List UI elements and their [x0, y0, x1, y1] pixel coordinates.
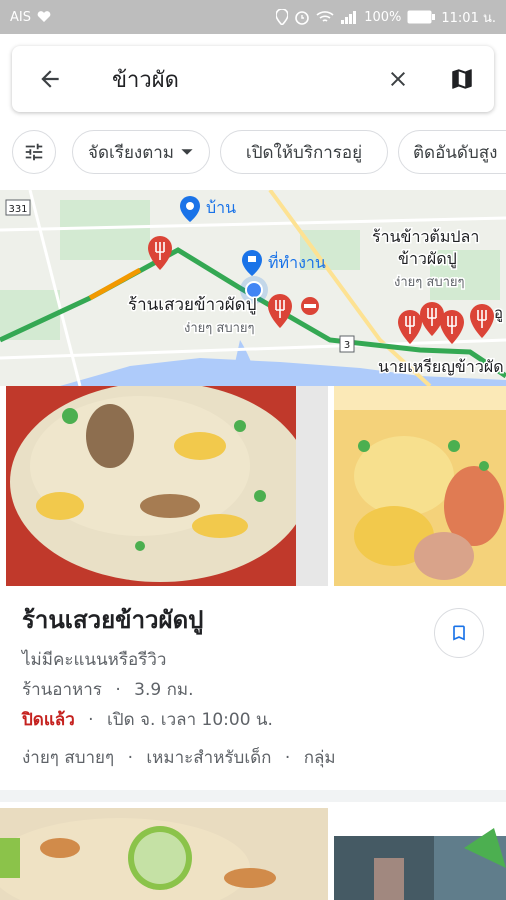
separator: ·: [115, 680, 121, 700]
result-divider: [0, 790, 506, 802]
map-view[interactable]: 331 3 บ้าน ที่ทำงาน ร้านเสวยข้าวผัดปู ง่…: [0, 190, 506, 386]
bookmark-icon: [453, 625, 465, 641]
location-icon: [276, 9, 289, 25]
map-canvas: 331 3 บ้าน ที่ทำงาน ร้านเสวยข้าวผัดปู ง่…: [0, 190, 506, 386]
map-label-place2-line1: ร้านข้าวต้มปลา: [372, 227, 479, 246]
tag: ง่ายๆ สบายๆ: [22, 748, 115, 768]
tag: กลุ่ม: [303, 748, 336, 768]
save-button[interactable]: [434, 608, 484, 658]
category-label: ร้านอาหาร: [22, 680, 102, 700]
map-label-place3: นายเหรียญข้าวผัด: [378, 357, 504, 376]
distance-label: 3.9 กม.: [134, 680, 194, 700]
map-icon: [452, 69, 472, 89]
separator: ·: [284, 748, 291, 768]
tags-row: ง่ายๆ สบายๆ · เหมาะสำหรับเด็ก · กลุ่ม: [22, 744, 336, 771]
status-closed: ปิดแล้ว: [22, 710, 75, 730]
signal-icon: [341, 11, 357, 24]
back-button[interactable]: [12, 46, 88, 112]
status-bar: AIS 100% 11:01 น.: [0, 0, 506, 34]
chip-open-now[interactable]: เปิดให้บริการอยู่: [220, 130, 388, 174]
hours-row: ปิดแล้ว · เปิด จ. เวลา 10:00 น.: [22, 706, 273, 733]
separator: ·: [127, 748, 133, 768]
map-label-place1: ร้านเสวยข้าวผัดปู: [128, 295, 257, 315]
result-photo-fried-rice[interactable]: [0, 386, 328, 586]
chip-top-rated-label: ติดอันดับสูง: [413, 142, 498, 163]
place-title[interactable]: ร้านเสวยข้าวผัดปู: [22, 600, 203, 639]
chip-open-now-label: เปิดให้บริการอยู่: [245, 142, 363, 163]
opening-hours: เปิด จ. เวลา 10:00 น.: [106, 710, 273, 730]
fried-rice-lime-photo: [0, 808, 328, 900]
road-badge-3: 3: [344, 340, 350, 351]
search-input[interactable]: ข้าวผัด: [88, 62, 366, 97]
close-icon: [391, 72, 405, 86]
tune-icon: [25, 143, 43, 161]
soup-photo: [334, 386, 506, 586]
arrow-left-icon: [41, 70, 59, 88]
chip-top-rated[interactable]: ติดอันดับสูง: [398, 130, 506, 174]
map-label-place2-line2: ข้าวผัดปู: [398, 249, 457, 269]
chip-sort-label: จัดเรียงตาม: [88, 142, 174, 163]
result-photo-soup[interactable]: [334, 386, 506, 586]
map-label-place2-sub: ง่ายๆ สบายๆ: [394, 275, 464, 290]
search-bar: ข้าวผัด: [12, 46, 494, 112]
wifi-icon: [316, 11, 334, 22]
caret-down-icon: [181, 149, 193, 155]
map-label-home: บ้าน: [206, 198, 236, 217]
battery-icon: [407, 10, 436, 24]
clear-search-button[interactable]: [366, 46, 430, 112]
tag: เหมาะสำหรับเด็ก: [146, 748, 272, 768]
filter-chip-bar: จัดเรียงตาม เปิดให้บริการอยู่ ติดอันดับส…: [0, 128, 506, 176]
heart-icon: [37, 11, 51, 22]
map-label-work: ที่ทำงาน: [268, 251, 326, 272]
road-badge-331: 331: [8, 204, 27, 215]
fried-rice-photo: [0, 386, 328, 586]
category-distance-row: ร้านอาหาร · 3.9 กม.: [22, 676, 194, 703]
battery-percent: 100%: [364, 9, 402, 25]
filter-options-button[interactable]: [12, 130, 56, 174]
chip-sort[interactable]: จัดเรียงตาม: [72, 130, 210, 174]
rating-text: ไม่มีคะแนนหรือรีวิว: [22, 650, 167, 670]
alarm-icon: [295, 11, 310, 25]
carrier-label: AIS: [10, 9, 31, 25]
next-result-photo-storefront[interactable]: [334, 808, 506, 900]
map-view-button[interactable]: [430, 46, 494, 112]
separator: ·: [88, 710, 94, 730]
map-label-edge: อู: [494, 304, 503, 322]
storefront-photo: [334, 808, 506, 900]
next-result-photo-fried-rice[interactable]: [0, 808, 328, 900]
map-label-place1-sub: ง่ายๆ สบายๆ: [184, 321, 254, 336]
clock: 11:01 น.: [441, 10, 496, 26]
